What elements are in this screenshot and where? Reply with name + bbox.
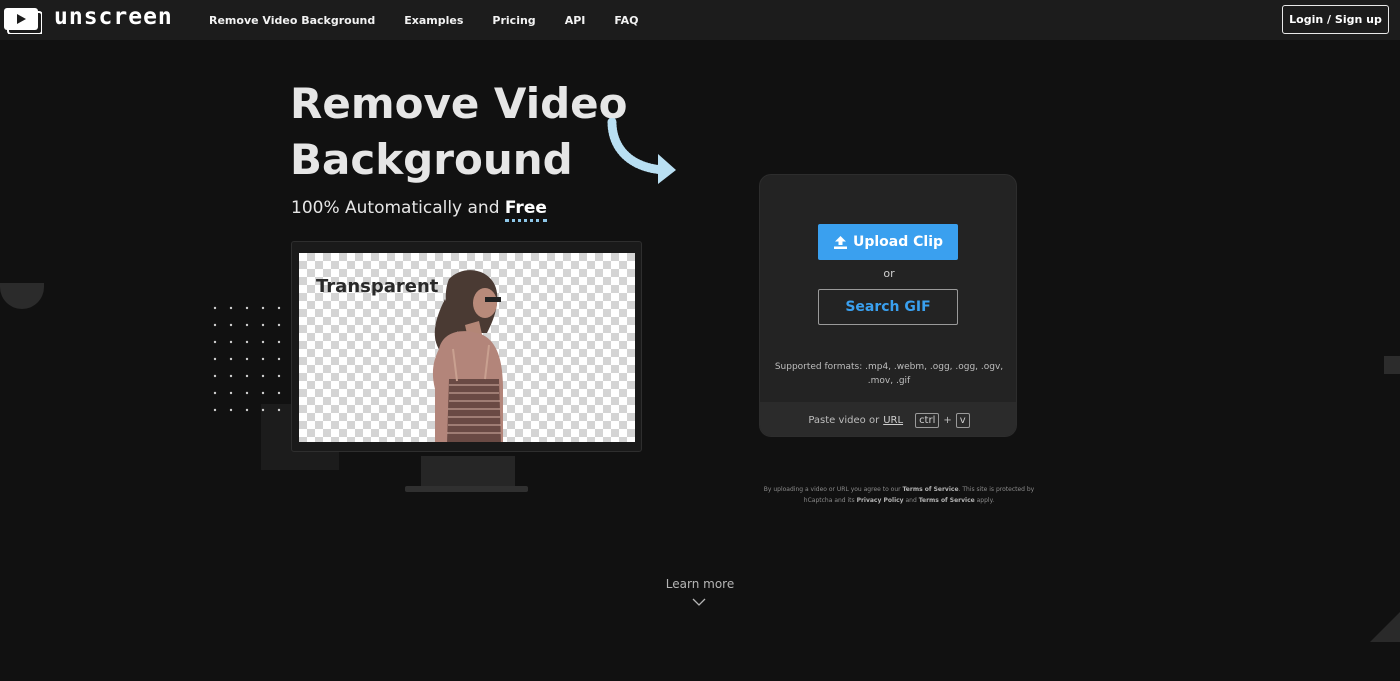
nav-links: Remove Video Background Examples Pricing…	[209, 0, 638, 40]
upload-icon	[833, 235, 847, 249]
upload-card: Upload Clip or Search GIF Supported form…	[759, 174, 1017, 437]
decorative-right-square	[1384, 356, 1400, 374]
supported-formats-text: Supported formats: .mp4, .webm, .ogg, .o…	[774, 362, 1004, 386]
terms-text-3: and	[903, 497, 919, 504]
monitor-stand	[421, 456, 515, 486]
chevron-down-icon[interactable]	[692, 597, 706, 607]
ctrl-key: ctrl	[915, 412, 940, 428]
terms-of-service-link[interactable]: Terms of Service	[903, 486, 959, 493]
hero-title-line-1: Remove Video	[290, 79, 628, 128]
or-separator: or	[883, 267, 895, 280]
hero-title-line-2: Background	[290, 135, 573, 184]
plus-sign: +	[943, 414, 952, 426]
decorative-dot-grid	[213, 306, 281, 412]
nav-link-pricing[interactable]: Pricing	[492, 14, 535, 27]
nav-link-api[interactable]: API	[565, 14, 586, 27]
v-key: v	[955, 412, 970, 428]
upload-clip-label: Upload Clip	[852, 234, 944, 250]
decorative-triangle	[1370, 612, 1400, 642]
top-navbar: unscreen Remove Video Background Example…	[0, 0, 1400, 40]
play-screen-icon	[4, 8, 42, 34]
search-gif-button[interactable]: Search GIF	[818, 289, 958, 325]
logo-text: unscreen	[54, 4, 173, 30]
terms-text-4: apply.	[974, 497, 995, 504]
hero-subtitle-text: 100% Automatically and	[291, 198, 505, 218]
nav-link-faq[interactable]: FAQ	[614, 14, 638, 27]
preview-monitor: Transparent	[291, 241, 642, 452]
hero-subtitle: 100% Automatically and Free	[291, 198, 547, 222]
hero-title: Remove Video Background	[290, 76, 650, 188]
nav-link-examples[interactable]: Examples	[404, 14, 463, 27]
person-cutout-image	[432, 270, 503, 442]
transparent-preview-screen: Transparent	[299, 253, 635, 442]
login-signup-button[interactable]: Login / Sign up	[1282, 5, 1389, 34]
learn-more-link[interactable]: Learn more	[650, 577, 750, 591]
curved-arrow-icon	[607, 118, 676, 184]
upload-clip-button[interactable]: Upload Clip	[818, 224, 958, 260]
terms-notice: By uploading a video or URL you agree to…	[752, 484, 1046, 506]
nav-link-remove-video-background[interactable]: Remove Video Background	[209, 14, 375, 27]
hcaptcha-terms-link[interactable]: Terms of Service	[919, 497, 975, 504]
paste-url-link[interactable]: URL	[883, 415, 903, 426]
decorative-half-circle	[0, 283, 44, 309]
hero-subtitle-free: Free	[504, 198, 547, 222]
paste-video-bar[interactable]: Paste video or URL ctrl + v	[760, 402, 1016, 436]
paste-video-text: Paste video or	[808, 414, 880, 426]
monitor-base	[405, 486, 528, 492]
terms-text-1: By uploading a video or URL you agree to…	[763, 486, 903, 493]
privacy-policy-link[interactable]: Privacy Policy	[857, 497, 904, 504]
